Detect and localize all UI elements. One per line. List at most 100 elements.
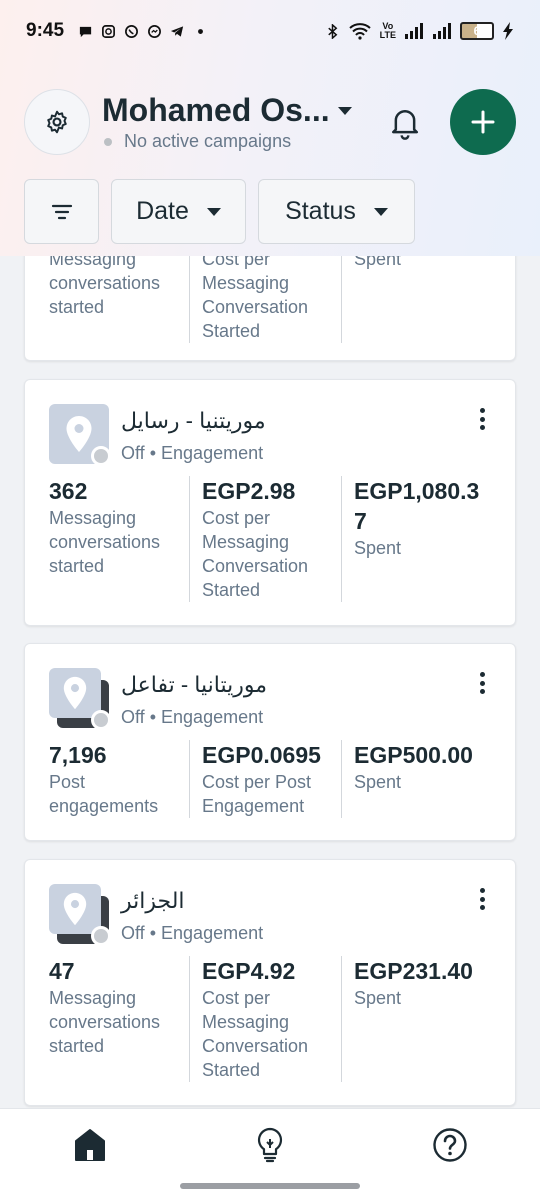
date-dropdown[interactable]: Date xyxy=(111,179,246,244)
metric-value: EGP500.00 xyxy=(354,742,473,768)
volte-icon: Vo LTE xyxy=(379,21,396,40)
metric-value: 362 xyxy=(49,478,88,504)
meta-separator: • xyxy=(149,923,157,943)
campaign-objective: Engagement xyxy=(161,707,264,727)
status-time: 9:45 xyxy=(26,20,65,41)
campaign-thumbnail xyxy=(49,884,111,946)
metric-label: Spent xyxy=(354,538,402,558)
lightbulb-icon xyxy=(257,1127,283,1163)
notifications-button[interactable] xyxy=(384,102,426,144)
campaign-meta: Off • Engagement xyxy=(121,443,263,464)
status-dot-icon xyxy=(91,926,111,946)
campaign-name: موريتنيا - رسايل xyxy=(121,408,266,433)
more-options-icon[interactable] xyxy=(479,672,485,694)
signal-icon xyxy=(405,23,423,39)
metric-label: Messaging conversations started xyxy=(49,256,161,317)
home-icon xyxy=(75,1129,105,1161)
campaign-status: Off xyxy=(121,923,145,943)
wifi-icon xyxy=(348,23,371,40)
bell-icon xyxy=(391,109,419,140)
filter-icon xyxy=(51,204,72,219)
whatsapp-icon xyxy=(125,24,138,38)
home-indicator[interactable] xyxy=(180,1183,360,1189)
metric-value: 47 xyxy=(49,958,75,984)
campaign-name: الجزائر xyxy=(121,888,185,913)
metric-cost: Cost per Messaging Conversation Started xyxy=(189,256,341,343)
filter-bar: Date Status xyxy=(24,179,415,244)
campaign-card[interactable]: Messaging conversations started Cost per… xyxy=(24,256,516,361)
status-dot-icon xyxy=(91,710,111,730)
account-status: No active campaigns xyxy=(124,131,292,151)
nav-recommendations[interactable] xyxy=(250,1125,290,1165)
charging-icon xyxy=(503,22,513,40)
create-button[interactable] xyxy=(450,89,516,155)
location-pin-icon xyxy=(63,892,87,926)
campaign-card[interactable]: الجزائر Off • Engagement 47 Messaging co… xyxy=(24,859,516,1106)
metric-results: 47 Messaging conversations started xyxy=(49,956,189,1082)
chevron-down-icon xyxy=(337,106,352,115)
signal-icon xyxy=(433,23,451,39)
campaign-card[interactable]: موريتانيا - تفاعل Off • Engagement 7,196… xyxy=(24,643,516,841)
metric-label: Cost per Messaging Conversation Started xyxy=(202,988,309,1080)
metric-spent: Spent xyxy=(341,256,493,343)
more-options-icon[interactable] xyxy=(479,888,485,910)
status-dropdown-label: Status xyxy=(285,197,356,225)
campaign-meta: Off • Engagement xyxy=(121,923,263,944)
campaign-card[interactable]: موريتنيا - رسايل Off • Engagement 362 Me… xyxy=(24,379,516,626)
status-dot-icon xyxy=(91,446,111,466)
meta-separator: • xyxy=(149,707,157,727)
dot-icon xyxy=(198,28,203,34)
location-pin-icon xyxy=(63,676,87,710)
campaign-objective: Engagement xyxy=(161,443,264,463)
metric-label: Spent xyxy=(354,988,402,1008)
battery-icon: 6 xyxy=(460,22,494,40)
metric-value: EGP2.98 xyxy=(202,478,296,504)
metric-value: EGP4.92 xyxy=(202,958,296,984)
location-pin-icon xyxy=(66,416,92,452)
gear-icon xyxy=(47,110,67,134)
metric-value: EGP1,080.37 xyxy=(354,478,480,534)
metric-spent: EGP231.40 Spent xyxy=(341,956,493,1082)
caret-down-icon xyxy=(373,207,388,216)
metric-results: 7,196 Post engagements xyxy=(49,740,189,818)
bluetooth-icon xyxy=(327,23,338,39)
campaign-status: Off xyxy=(121,443,145,463)
instagram-icon xyxy=(102,24,115,38)
metric-spent: EGP500.00 Spent xyxy=(341,740,493,818)
metric-label: Messaging conversations started xyxy=(49,988,161,1056)
campaign-meta: Off • Engagement xyxy=(121,707,263,728)
metric-label: Spent xyxy=(354,772,402,792)
metric-value: EGP231.40 xyxy=(354,958,473,984)
metric-cost: EGP0.0695 Cost per Post Engagement xyxy=(189,740,341,818)
metric-spent: EGP1,080.37 Spent xyxy=(341,476,493,602)
campaign-thumbnail xyxy=(49,668,111,730)
meta-separator: • xyxy=(149,443,157,463)
date-dropdown-label: Date xyxy=(136,197,189,225)
metric-cost: EGP4.92 Cost per Messaging Conversation … xyxy=(189,956,341,1082)
status-dot-icon xyxy=(104,137,112,146)
plus-icon xyxy=(471,110,495,134)
messenger-icon xyxy=(148,24,161,38)
campaign-objective: Engagement xyxy=(161,923,264,943)
chat-bubble-icon xyxy=(79,26,92,37)
nav-help[interactable] xyxy=(430,1125,470,1165)
campaign-thumbnail xyxy=(49,404,111,466)
metric-label: Spent xyxy=(354,256,402,269)
filter-button[interactable] xyxy=(24,179,99,244)
campaign-list[interactable]: Messaging conversations started Cost per… xyxy=(0,256,540,1108)
metric-label: Cost per Messaging Conversation Started xyxy=(202,256,309,341)
account-switcher[interactable]: Mohamed Os... No active campaigns xyxy=(102,92,372,152)
metric-results: Messaging conversations started xyxy=(49,256,189,343)
campaign-status: Off xyxy=(121,707,145,727)
caret-down-icon xyxy=(206,207,221,216)
metric-label: Messaging conversations started xyxy=(49,508,161,576)
metric-label: Cost per Messaging Conversation Started xyxy=(202,508,309,600)
metric-cost: EGP2.98 Cost per Messaging Conversation … xyxy=(189,476,341,602)
settings-button[interactable] xyxy=(24,89,90,155)
metric-value: 7,196 xyxy=(49,742,107,768)
status-dropdown[interactable]: Status xyxy=(258,179,415,244)
telegram-icon xyxy=(170,25,184,37)
nav-home[interactable] xyxy=(70,1125,110,1165)
metric-value: EGP0.0695 xyxy=(202,742,321,768)
more-options-icon[interactable] xyxy=(479,408,485,430)
